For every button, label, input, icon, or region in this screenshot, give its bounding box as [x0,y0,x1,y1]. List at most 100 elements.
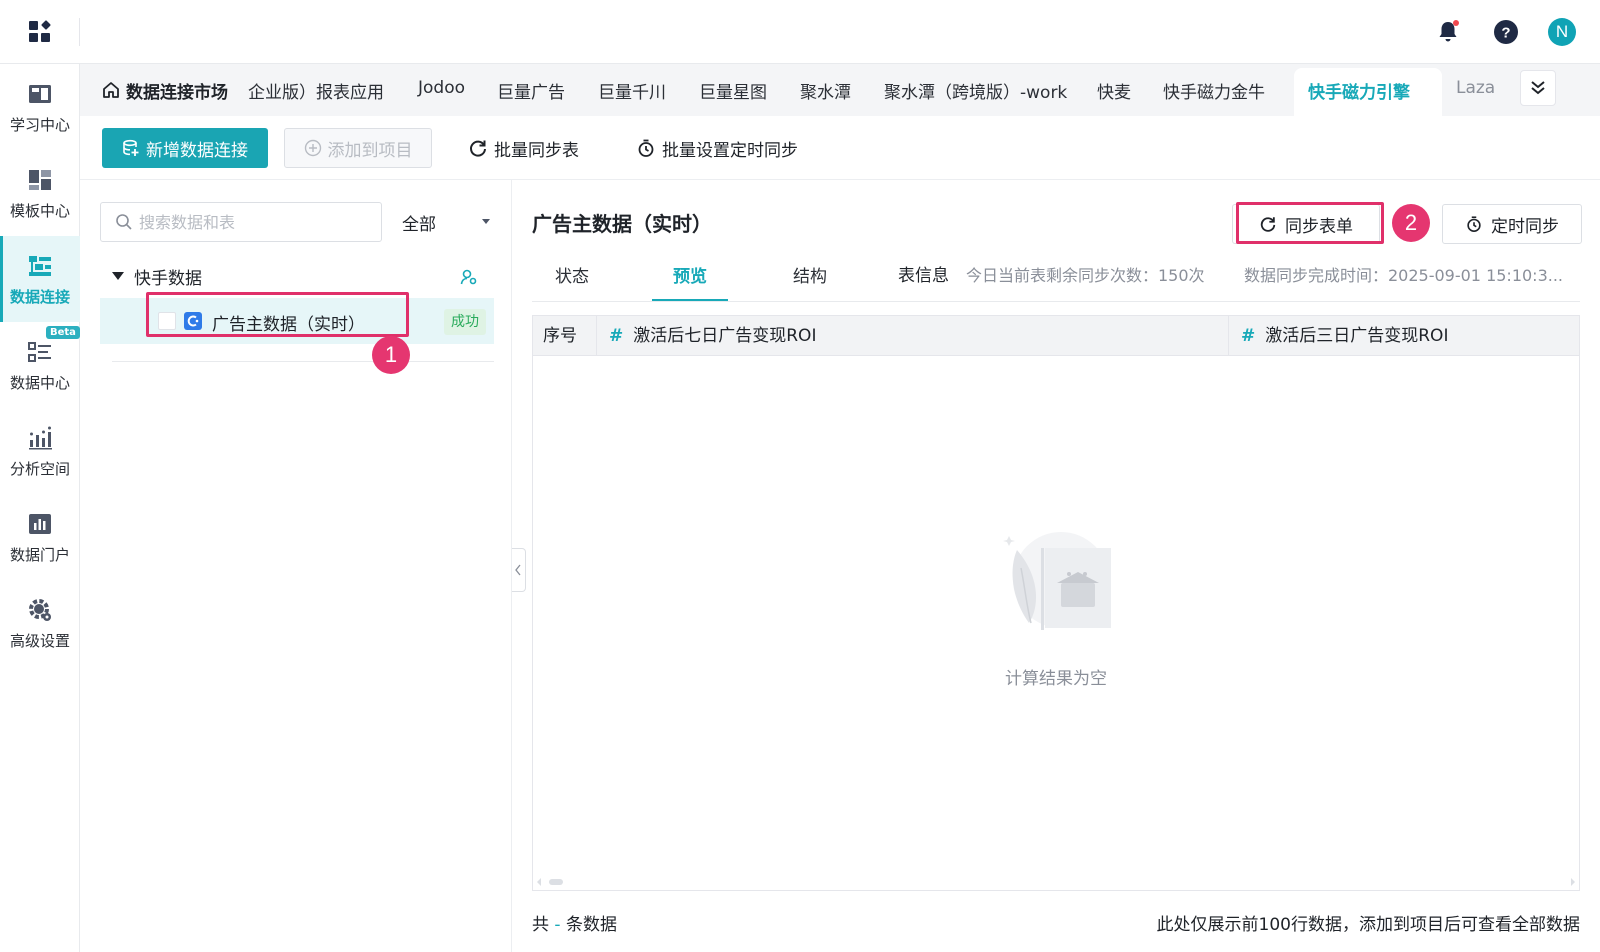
subtab-status[interactable]: 状态 [552,256,592,302]
data-connection-icon [29,256,51,276]
column-header-roi7[interactable]: # 激活后七日广告变现ROI [597,316,1229,356]
schedule-sync-label: 定时同步 [1491,216,1559,237]
new-connection-button[interactable]: 新增数据连接 [102,128,268,168]
empty-result-illustration [1003,532,1111,630]
row-count: 共 - 条数据 [532,910,617,935]
row-count-suffix: 条数据 [565,915,617,935]
svg-text:?: ? [1501,25,1510,42]
template-center-icon [29,170,51,190]
batch-sync-button[interactable]: 批量同步表 [468,128,579,168]
data-portal-icon [29,514,51,534]
number-type-icon: # [609,326,624,346]
tab-juliang-qianchuan[interactable]: 巨量千川 [598,78,666,103]
learning-center-icon [29,85,51,103]
left-nav: 学习中心 模板中心 数据连接 Beta 数据中心 分析空间 数据门户 高级设置 [0,64,80,952]
tab-jodoo[interactable]: Jodoo [418,78,465,98]
highlight-box-2 [1236,202,1384,244]
help-icon[interactable]: ? [1492,18,1520,46]
top-divider [79,18,80,46]
database-add-icon [123,139,139,156]
sync-icon [470,140,486,157]
search-input[interactable] [139,212,369,232]
add-to-project-label: 添加到项目 [327,140,413,161]
tab-home[interactable]: 数据连接市场 [102,78,228,103]
nav-advanced-settings[interactable]: 高级设置 [0,580,80,666]
filter-select[interactable]: 全部 [398,202,494,242]
tab-kuaishou-jinniu[interactable]: 快手磁力金牛 [1163,78,1265,103]
caret-down-icon [482,219,490,224]
tree-group-label: 快手数据 [134,268,202,289]
batch-schedule-button[interactable]: 批量设置定时同步 [636,128,798,168]
nav-label: 数据连接 [9,288,70,306]
column-header-label: 激活后七日广告变现ROI [633,326,817,346]
nav-label: 学习中心 [9,116,70,134]
nav-label: 模板中心 [9,202,70,220]
user-setting-icon[interactable] [460,268,478,286]
sync-completed-time: 数据同步完成时间：2025-09-01 15:10:3... [1244,266,1564,285]
nav-label: 高级设置 [9,632,70,650]
nav-learning-center[interactable]: 学习中心 [0,64,80,150]
subtab-structure[interactable]: 结构 [790,256,830,302]
nav-label: 数据中心 [9,374,70,392]
tab-juliang-xingtu[interactable]: 巨量星图 [699,78,767,103]
nav-template-center[interactable]: 模板中心 [0,150,80,236]
tab-kuaimai[interactable]: 快麦 [1097,78,1131,103]
top-bar: ? N [0,0,1600,64]
status-badge: 成功 [444,309,486,335]
batch-schedule-label: 批量设置定时同步 [662,140,798,161]
nav-data-connection[interactable]: 数据连接 [0,236,80,322]
column-header-label: 激活后三日广告变现ROI [1265,326,1449,346]
expand-caret-icon[interactable] [112,272,124,280]
chevron-left-icon [515,564,521,576]
column-header-roi3[interactable]: # 激活后三日广告变现ROI [1229,316,1579,356]
collapse-panel-button[interactable] [512,548,526,592]
nav-label: 分析空间 [9,460,70,478]
tab-jushuitan[interactable]: 聚水潭 [800,78,851,103]
empty-result-text: 计算结果为空 [1005,669,1107,689]
double-chevron-down-icon [1531,81,1545,95]
search-icon [116,214,132,230]
apps-grid-icon[interactable] [28,20,52,44]
subtab-preview[interactable]: 预览 [652,256,728,302]
plus-circle-icon [304,139,321,157]
number-type-icon: # [1241,326,1256,346]
row-count-prefix: 共 [532,915,549,935]
timer-icon [638,139,654,157]
user-avatar[interactable]: N [1548,18,1576,46]
tab-laza[interactable]: Laza [1456,78,1500,98]
table-title: 广告主数据（实时） [532,212,712,236]
data-center-icon [28,342,51,362]
advanced-settings-icon [29,599,51,621]
filter-value: 全部 [402,214,436,235]
add-to-project-button[interactable]: 添加到项目 [284,128,432,168]
timer-icon [1467,216,1481,233]
horizontal-scrollbar[interactable] [533,874,1579,890]
nav-analysis-space[interactable]: 分析空间 [0,408,80,494]
tab-kuaishou-engine[interactable]: 快手磁力引擎 [1294,68,1442,116]
nav-data-center[interactable]: Beta 数据中心 [0,322,80,408]
bell-icon[interactable] [1434,18,1462,46]
highlight-box-1 [146,292,409,337]
tab-home-label: 数据连接市场 [126,82,228,103]
tab-jushuitan-crossborder[interactable]: 聚水潭（跨境版）-work [884,78,1067,103]
tree-group-kuaishou[interactable]: 快手数据 [100,258,494,294]
schedule-sync-button[interactable]: 定时同步 [1442,204,1582,244]
tab-report-app[interactable]: 企业版）报表应用 [248,78,384,103]
connector-tab-strip: 数据连接市场 企业版）报表应用 Jodoo 巨量广告 巨量千川 巨量星图 聚水潭… [80,64,1600,116]
search-box[interactable] [100,202,382,242]
tab-active-label: 快手磁力引擎 [1308,83,1410,103]
step-badge-1: 1 [372,336,410,374]
toolbar: 新增数据连接 添加到项目 批量同步表 批量设置定时同步 [80,116,1600,180]
table-header: 序号 # 激活后七日广告变现ROI # 激活后三日广告变现ROI [533,316,1579,356]
new-connection-label: 新增数据连接 [146,140,248,161]
column-header-index: 序号 [533,316,597,356]
preview-table: 序号 # 激活后七日广告变现ROI # 激活后三日广告变现ROI 计算结果为空 [532,315,1580,891]
preview-limit-note: 此处仅展示前100行数据，添加到项目后可查看全部数据 [1156,915,1580,935]
remaining-sync-count: 今日当前表剩余同步次数：150次 [966,266,1205,285]
tab-juliang-ads[interactable]: 巨量广告 [497,78,565,103]
table-info-label: 表信息 [898,266,949,286]
step-badge-2: 2 [1392,204,1430,242]
more-tabs-button[interactable] [1520,70,1556,106]
nav-label: 数据门户 [9,546,70,564]
nav-data-portal[interactable]: 数据门户 [0,494,80,580]
